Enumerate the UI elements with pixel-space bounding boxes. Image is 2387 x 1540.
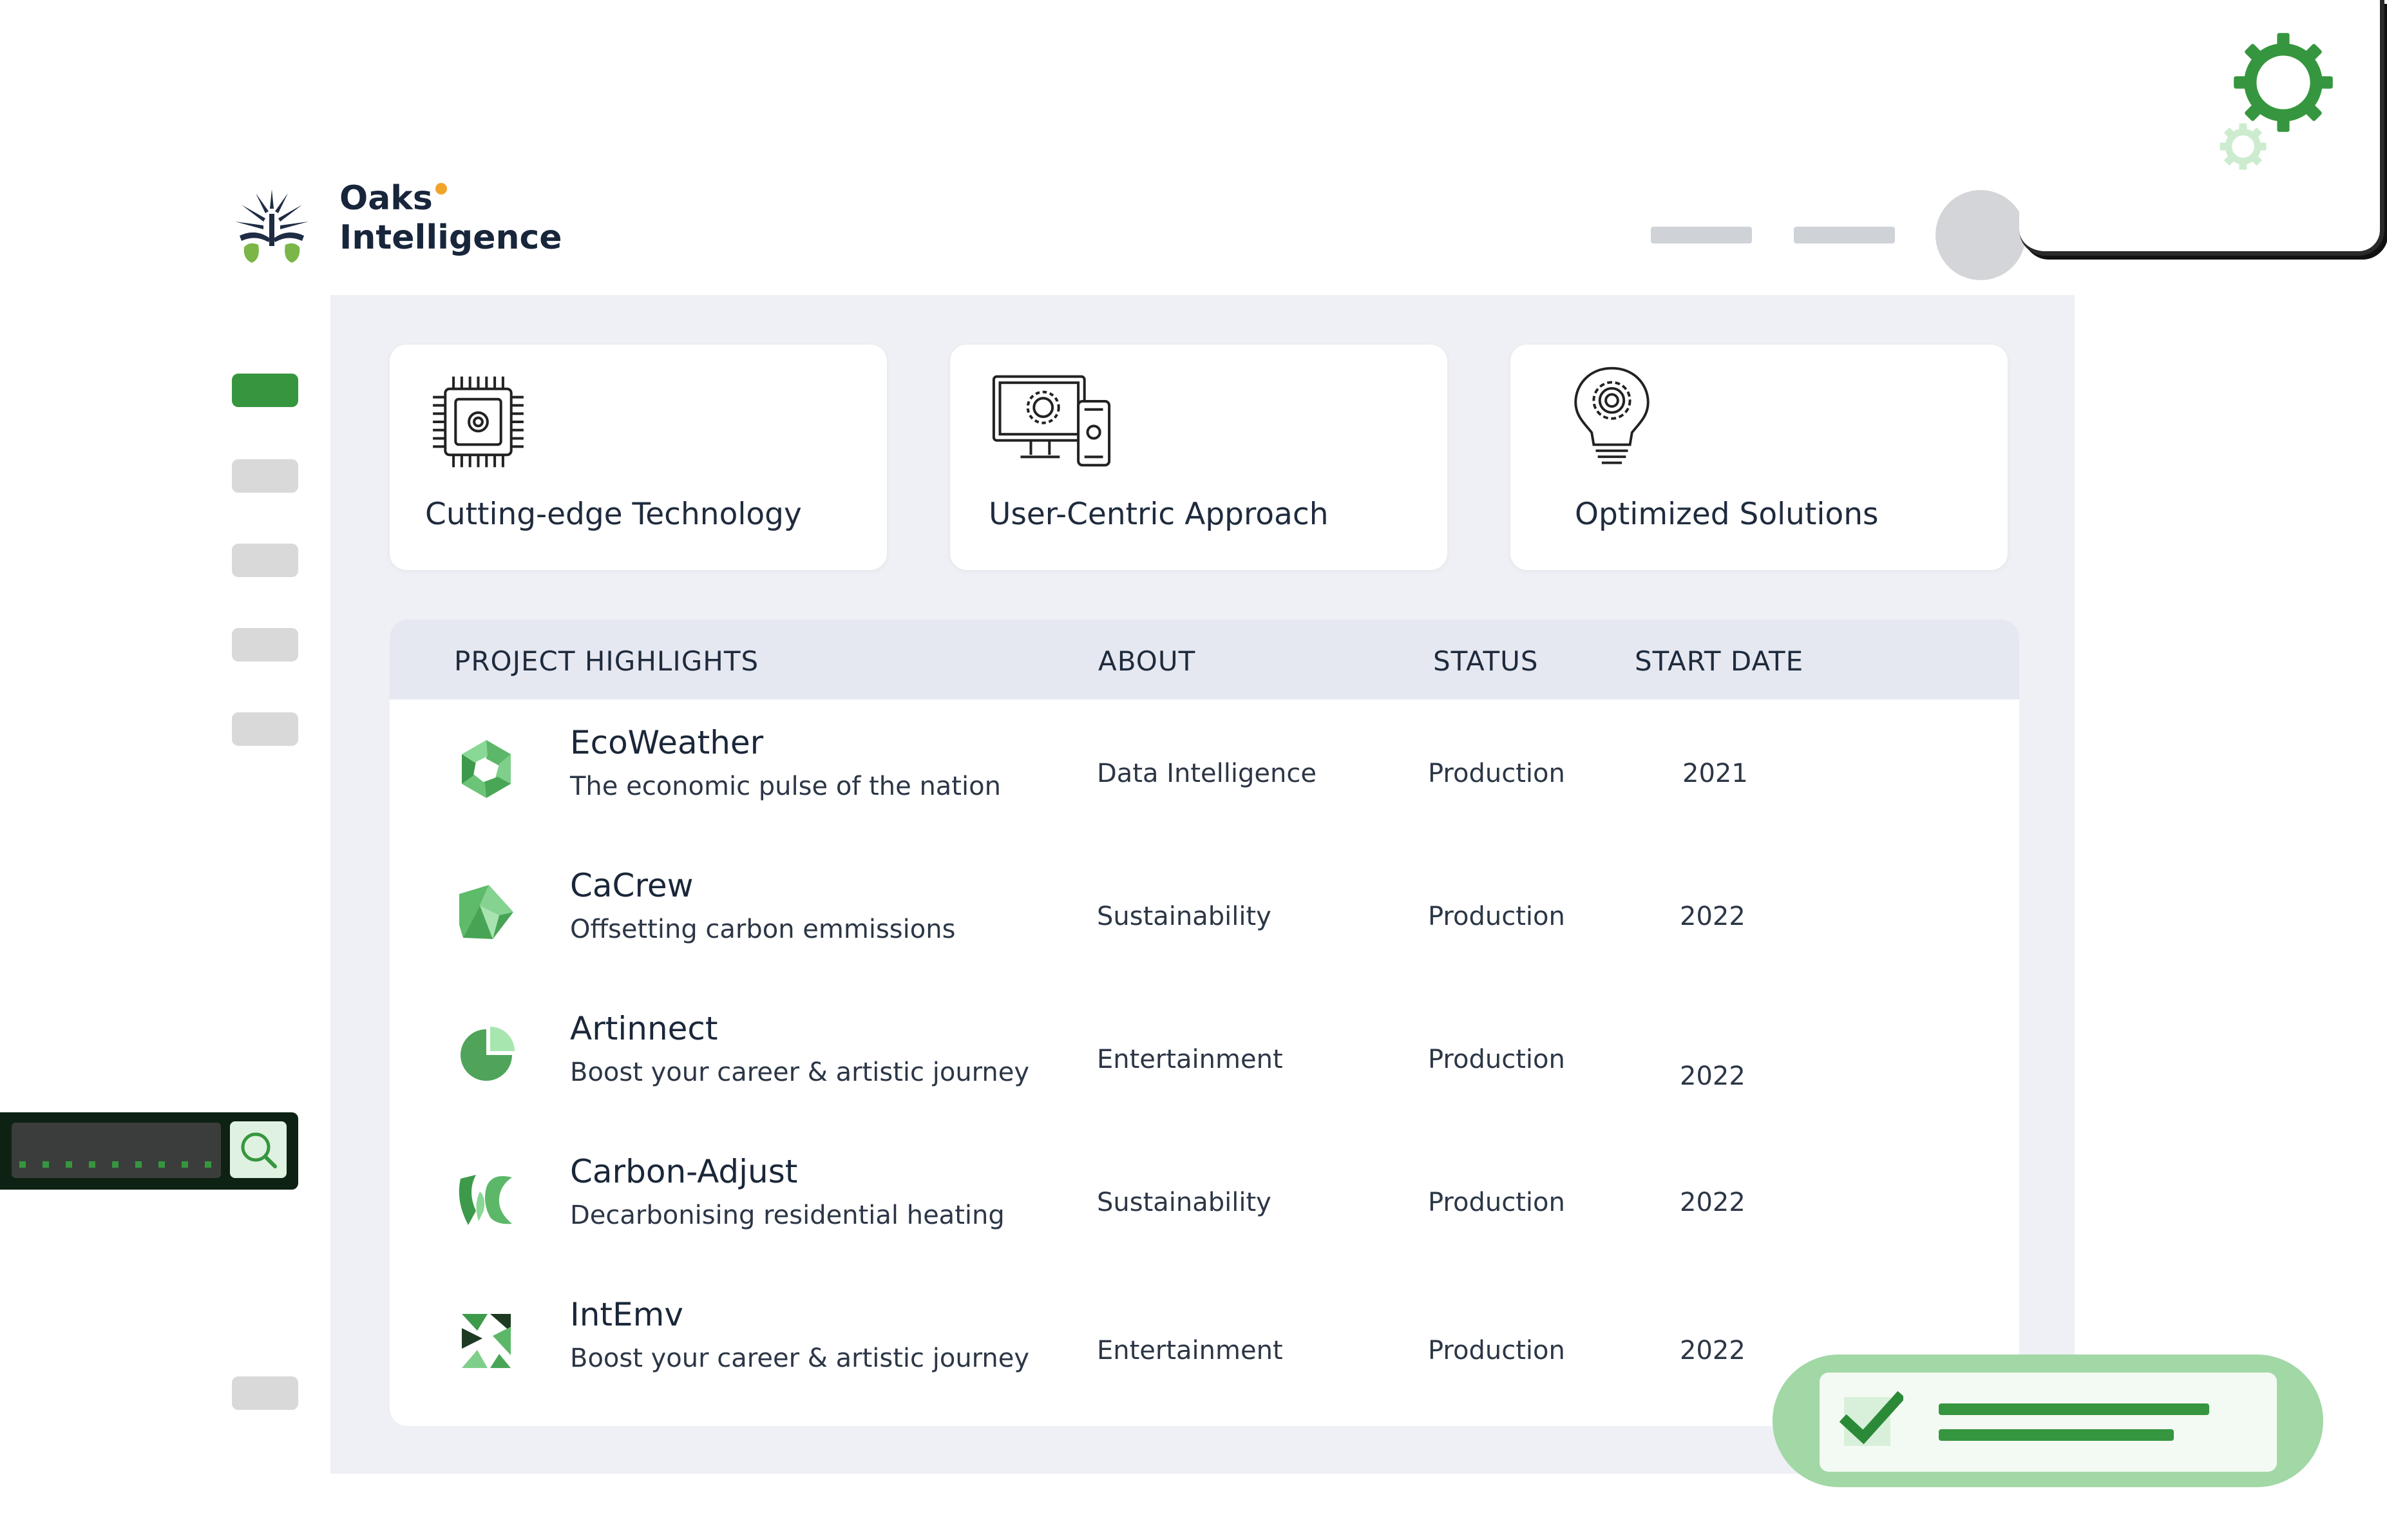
carbon-adjust-logo-icon <box>459 1175 512 1225</box>
success-toast <box>1773 1355 2323 1487</box>
about-cell: Sustainability <box>1097 1188 1271 1217</box>
header-status[interactable]: STATUS <box>1433 645 1539 677</box>
gear-icon <box>2234 33 2333 132</box>
project-desc: The economic pulse of the nation <box>570 772 1001 801</box>
brand-name: Oaks Intelligence <box>339 179 562 258</box>
status-cell: Production <box>1428 1336 1565 1365</box>
start-date-cell: 2022 <box>1680 902 1745 931</box>
table-header: PROJECT HIGHLIGHTS ABOUT STATUS START DA… <box>390 620 2019 699</box>
sidebar-item-settings[interactable] <box>232 1376 298 1410</box>
table-row[interactable]: IntEmv Boost your career & artistic jour… <box>390 1271 2019 1414</box>
lightbulb-gear-icon <box>1574 366 1650 464</box>
project-name[interactable]: Artinnect <box>570 1010 718 1047</box>
brand-line2: Intelligence <box>339 218 562 257</box>
brand-line1: Oaks <box>339 179 433 218</box>
sidebar-item-1[interactable] <box>232 374 298 407</box>
feature-card-optimized: Optimized Solutions <box>1510 345 2008 570</box>
about-cell: Data Intelligence <box>1097 759 1317 788</box>
project-desc: Boost your career & artistic journey <box>570 1344 1030 1373</box>
feature-title: User-Centric Approach <box>989 497 1329 532</box>
input-dots <box>19 1161 211 1168</box>
table-row[interactable]: EcoWeather The economic pulse of the nat… <box>390 699 2019 842</box>
about-cell: Entertainment <box>1097 1336 1283 1365</box>
about-cell: Entertainment <box>1097 1045 1283 1074</box>
project-name[interactable]: Carbon-Adjust <box>570 1153 797 1190</box>
start-date-cell: 2022 <box>1680 1061 1745 1091</box>
start-date-cell: 2021 <box>1682 759 1748 788</box>
ecoweather-logo-icon <box>462 740 511 798</box>
search-button[interactable] <box>230 1121 287 1178</box>
search-input[interactable] <box>12 1123 221 1178</box>
status-cell: Production <box>1428 902 1565 931</box>
feature-title: Optimized Solutions <box>1575 497 1879 532</box>
search-widget <box>0 1112 298 1190</box>
feature-card-user-centric: User-Centric Approach <box>950 345 1447 570</box>
start-date-cell: 2022 <box>1680 1188 1745 1217</box>
status-cell: Production <box>1428 1188 1565 1217</box>
header-project[interactable]: PROJECT HIGHLIGHTS <box>454 645 759 677</box>
about-cell: Sustainability <box>1097 902 1271 931</box>
sidebar-item-4[interactable] <box>232 628 298 661</box>
brand-dot <box>435 183 447 195</box>
project-desc: Decarbonising residential heating <box>570 1201 1005 1230</box>
nav-placeholder-2[interactable] <box>1794 227 1895 243</box>
header-start-date[interactable]: START DATE <box>1635 645 1803 677</box>
settings-bubble <box>2019 0 2384 256</box>
status-cell: Production <box>1428 1045 1565 1074</box>
project-name[interactable]: CaCrew <box>570 867 694 904</box>
feature-title: Cutting-edge Technology <box>425 497 802 532</box>
header-about[interactable]: ABOUT <box>1098 645 1195 677</box>
start-date-cell: 2022 <box>1680 1336 1745 1365</box>
cacrew-logo-icon <box>459 885 513 939</box>
small-gear-icon <box>2220 123 2267 170</box>
avatar[interactable] <box>1935 190 2026 280</box>
project-desc: Boost your career & artistic journey <box>570 1058 1030 1087</box>
nav-placeholder-1[interactable] <box>1651 227 1752 243</box>
cpu-chip-icon <box>433 376 524 468</box>
toast-line-1 <box>1939 1403 2209 1415</box>
project-name[interactable]: IntEmv <box>570 1296 683 1333</box>
table-row[interactable]: Artinnect Boost your career & artistic j… <box>390 985 2019 1128</box>
success-toast-body <box>1820 1373 2277 1472</box>
devices-settings-icon <box>992 375 1111 467</box>
sidebar-item-3[interactable] <box>232 544 298 577</box>
toast-line-2 <box>1939 1429 2174 1441</box>
table-row[interactable]: Carbon-Adjust Decarbonising residential … <box>390 1128 2019 1271</box>
intemv-logo-icon <box>462 1314 511 1368</box>
feature-card-technology: Cutting-edge Technology <box>390 345 887 570</box>
project-name[interactable]: EcoWeather <box>570 724 763 761</box>
project-desc: Offsetting carbon emmissions <box>570 915 956 944</box>
oaks-logo-icon <box>235 189 309 263</box>
sidebar-item-2[interactable] <box>232 459 298 493</box>
project-table: PROJECT HIGHLIGHTS ABOUT STATUS START DA… <box>390 620 2019 1426</box>
sidebar-item-5[interactable] <box>232 712 298 746</box>
search-icon <box>241 1132 277 1168</box>
artinnect-logo-icon <box>461 1027 515 1081</box>
check-icon <box>1839 1391 1903 1446</box>
table-row[interactable]: CaCrew Offsetting carbon emmissions Sust… <box>390 842 2019 985</box>
status-cell: Production <box>1428 759 1565 788</box>
